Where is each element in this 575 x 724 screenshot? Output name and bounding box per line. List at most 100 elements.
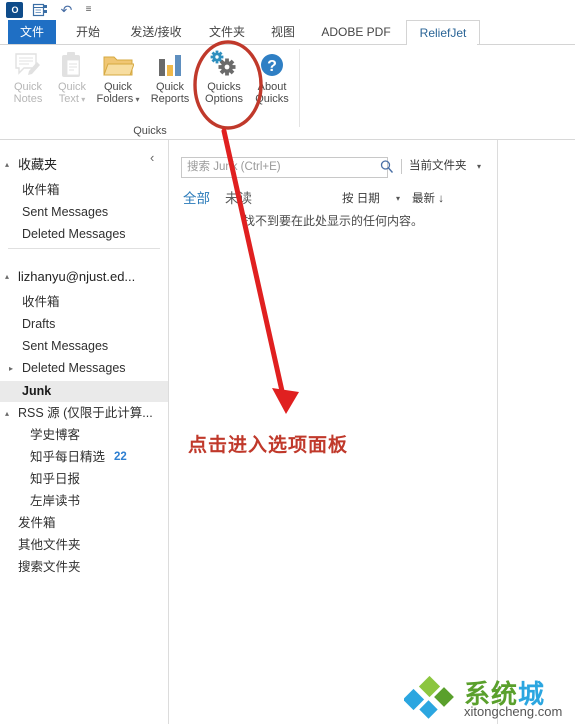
quick-folders-icon bbox=[92, 49, 144, 79]
folder-name: 搜索文件夹 bbox=[18, 560, 81, 574]
customize-quick-access-toolbar-icon[interactable]: ≡ bbox=[80, 2, 97, 18]
watermark: 系统城 xitongcheng.com bbox=[404, 676, 572, 722]
filter-tab-all[interactable]: 全部 bbox=[183, 188, 210, 210]
ribbon-button-label-text: Folders bbox=[96, 93, 134, 105]
folder-name: 收件箱 bbox=[22, 183, 60, 197]
search-input[interactable]: 搜索 Junk (Ctrl+E) bbox=[181, 157, 388, 178]
ribbon-button-label-line2: Notes bbox=[4, 93, 52, 105]
ribbon-button-quick-reports[interactable]: Quick Reports bbox=[144, 49, 196, 117]
ribbon-button-quick-text: Quick Text ▾ bbox=[48, 49, 96, 117]
folder-name: Deleted Messages bbox=[22, 227, 126, 241]
folder-row[interactable]: 搜索文件夹 bbox=[0, 557, 168, 578]
ribbon-group-label: Quicks bbox=[133, 125, 167, 137]
folder-row[interactable]: Sent Messages bbox=[0, 336, 168, 357]
folder-row[interactable]: 发件箱 bbox=[0, 513, 168, 534]
twisty-expanded-icon[interactable]: ▴ bbox=[5, 266, 14, 287]
ribbon-button-quick-notes: Quick Notes bbox=[4, 49, 52, 117]
folder-row[interactable]: 收件箱 bbox=[0, 180, 168, 201]
ribbon-tab-1[interactable]: 开始 bbox=[64, 20, 112, 45]
folder-name: Junk bbox=[22, 384, 52, 398]
chevron-down-icon[interactable]: ▾ bbox=[396, 188, 400, 210]
undo-icon[interactable]: ↶ bbox=[58, 2, 75, 18]
folder-name: 学史博客 bbox=[30, 428, 81, 442]
ribbon-button-label-line1: About bbox=[257, 81, 287, 93]
filter-tab-unread[interactable]: 未读 bbox=[225, 188, 252, 210]
nav-section-divider bbox=[8, 248, 160, 249]
search-scope-divider bbox=[401, 159, 402, 174]
folder-name: Deleted Messages bbox=[22, 361, 126, 375]
folder-name: 知乎日报 bbox=[30, 472, 81, 486]
ribbon-button-label-line1: Quick bbox=[103, 81, 133, 93]
ribbon-button-about-quicks[interactable]: ? About Quicks bbox=[248, 49, 296, 117]
folder-row[interactable]: 左岸读书 bbox=[0, 491, 168, 512]
message-list-pane: 搜索 Junk (Ctrl+E) 当前文件夹 ▾ 全部 未读 按 日期 ▾ 最新… bbox=[169, 140, 498, 724]
sort-order-button[interactable]: 最新 ↓ bbox=[412, 188, 444, 210]
folder-name: 发件箱 bbox=[18, 516, 56, 530]
chevron-down-icon: ▾ bbox=[78, 95, 86, 104]
ribbon-group-quicks: Quicks Quick Notes Quick Text ▾ Quick Folders… bbox=[0, 45, 300, 139]
folder-row[interactable]: 其他文件夹 bbox=[0, 535, 168, 556]
outlook-app-icon[interactable]: O bbox=[6, 2, 23, 18]
ribbon-button-label-text: Reports bbox=[150, 93, 190, 105]
ribbon-button-label-line1: Quick bbox=[155, 81, 185, 93]
empty-list-message: 找不到要在此处显示的任何内容。 bbox=[242, 214, 423, 228]
ribbon-button-label-line2: Folders ▾ bbox=[92, 93, 144, 106]
twisty-expanded-icon[interactable]: ▴ bbox=[5, 403, 14, 424]
folder-unread-count: 22 bbox=[114, 451, 127, 463]
folder-row[interactable]: ▴ RSS 源 (仅限于此计算... bbox=[0, 403, 168, 424]
ribbon-content: Quicks Quick Notes Quick Text ▾ Quick Folders… bbox=[0, 45, 575, 140]
folder-row[interactable]: 收件箱 bbox=[0, 292, 168, 313]
folder-name: lizhanyu@njust.ed... bbox=[18, 269, 136, 284]
ribbon-button-label-line2: Quicks bbox=[248, 93, 296, 105]
ribbon-button-quick-folders[interactable]: Quick Folders ▾ bbox=[92, 49, 144, 117]
ribbon-button-label-text: Options bbox=[205, 93, 243, 105]
folder-row[interactable]: ▴ lizhanyu@njust.ed... bbox=[0, 266, 168, 287]
folder-name: 收件箱 bbox=[22, 295, 60, 309]
ribbon-button-label-text: Notes bbox=[13, 93, 43, 105]
reading-pane bbox=[498, 140, 575, 724]
folder-row[interactable]: 知乎日报 bbox=[0, 469, 168, 490]
folder-name: Sent Messages bbox=[22, 339, 109, 353]
twisty-expanded-icon[interactable]: ▴ bbox=[5, 154, 14, 175]
ribbon-tab-2[interactable]: 发送/接收 bbox=[118, 20, 194, 45]
ribbon-button-label-text: Quicks bbox=[255, 93, 289, 105]
ribbon-button-label-line1: Quick bbox=[13, 81, 43, 93]
search-scope-button[interactable]: 当前文件夹 bbox=[409, 157, 467, 176]
ribbon-button-quicks-options[interactable]: Quicks Options bbox=[198, 49, 250, 117]
folder-name: RSS 源 (仅限于此计算... bbox=[18, 406, 153, 420]
twisty-collapsed-icon[interactable]: ▸ bbox=[9, 358, 18, 379]
search-icon[interactable] bbox=[379, 159, 395, 175]
ribbon-tab-6[interactable]: ReliefJet bbox=[406, 20, 480, 46]
send-receive-all-icon[interactable] bbox=[32, 2, 49, 18]
sort-by-button[interactable]: 按 日期 bbox=[342, 188, 380, 210]
folder-row[interactable]: ▴ 收藏夹 bbox=[0, 154, 168, 175]
folder-name: Sent Messages bbox=[22, 205, 109, 219]
chevron-down-icon[interactable]: ▾ bbox=[477, 157, 481, 176]
ribbon-button-label-text: Text bbox=[58, 93, 79, 105]
folder-row[interactable]: Deleted Messages bbox=[0, 224, 168, 245]
watermark-domain: xitongcheng.com bbox=[464, 704, 563, 719]
folder-row[interactable]: 知乎每日精选 22 bbox=[0, 447, 168, 468]
folder-row[interactable]: ▸ Deleted Messages bbox=[0, 358, 168, 379]
folder-row[interactable]: Junk bbox=[0, 381, 168, 402]
search-row: 搜索 Junk (Ctrl+E) 当前文件夹 ▾ bbox=[181, 157, 485, 178]
main-area: ‹ ▴ 收藏夹 收件箱 Sent Messages Deleted Messages ▴ li… bbox=[0, 140, 575, 724]
ribbon-button-label-line1: Quick bbox=[57, 81, 87, 93]
ribbon-tab-0[interactable]: 文件 bbox=[8, 20, 56, 45]
chevron-down-icon[interactable]: ▾ bbox=[133, 95, 139, 104]
folder-row[interactable]: 学史博客 bbox=[0, 425, 168, 446]
folder-row[interactable]: Drafts bbox=[0, 314, 168, 335]
folder-name: 收藏夹 bbox=[18, 157, 58, 172]
ribbon-tab-3[interactable]: 文件夹 bbox=[198, 20, 256, 45]
ribbon-tab-4[interactable]: 视图 bbox=[260, 20, 306, 45]
folder-row[interactable]: Sent Messages bbox=[0, 202, 168, 223]
quick-access-toolbar: O ↶ ≡ bbox=[0, 0, 575, 20]
quick-reports-icon bbox=[144, 49, 196, 79]
ribbon-tab-5[interactable]: ADOBE PDF bbox=[310, 20, 402, 45]
ribbon-group-separator bbox=[299, 49, 300, 127]
ribbon-button-label-line1: Quicks bbox=[207, 81, 241, 93]
ribbon-button-label-line2: Options bbox=[198, 93, 250, 105]
quick-notes-icon bbox=[4, 49, 52, 79]
folder-name: 其他文件夹 bbox=[18, 538, 81, 552]
quicks-options-icon bbox=[198, 49, 250, 79]
